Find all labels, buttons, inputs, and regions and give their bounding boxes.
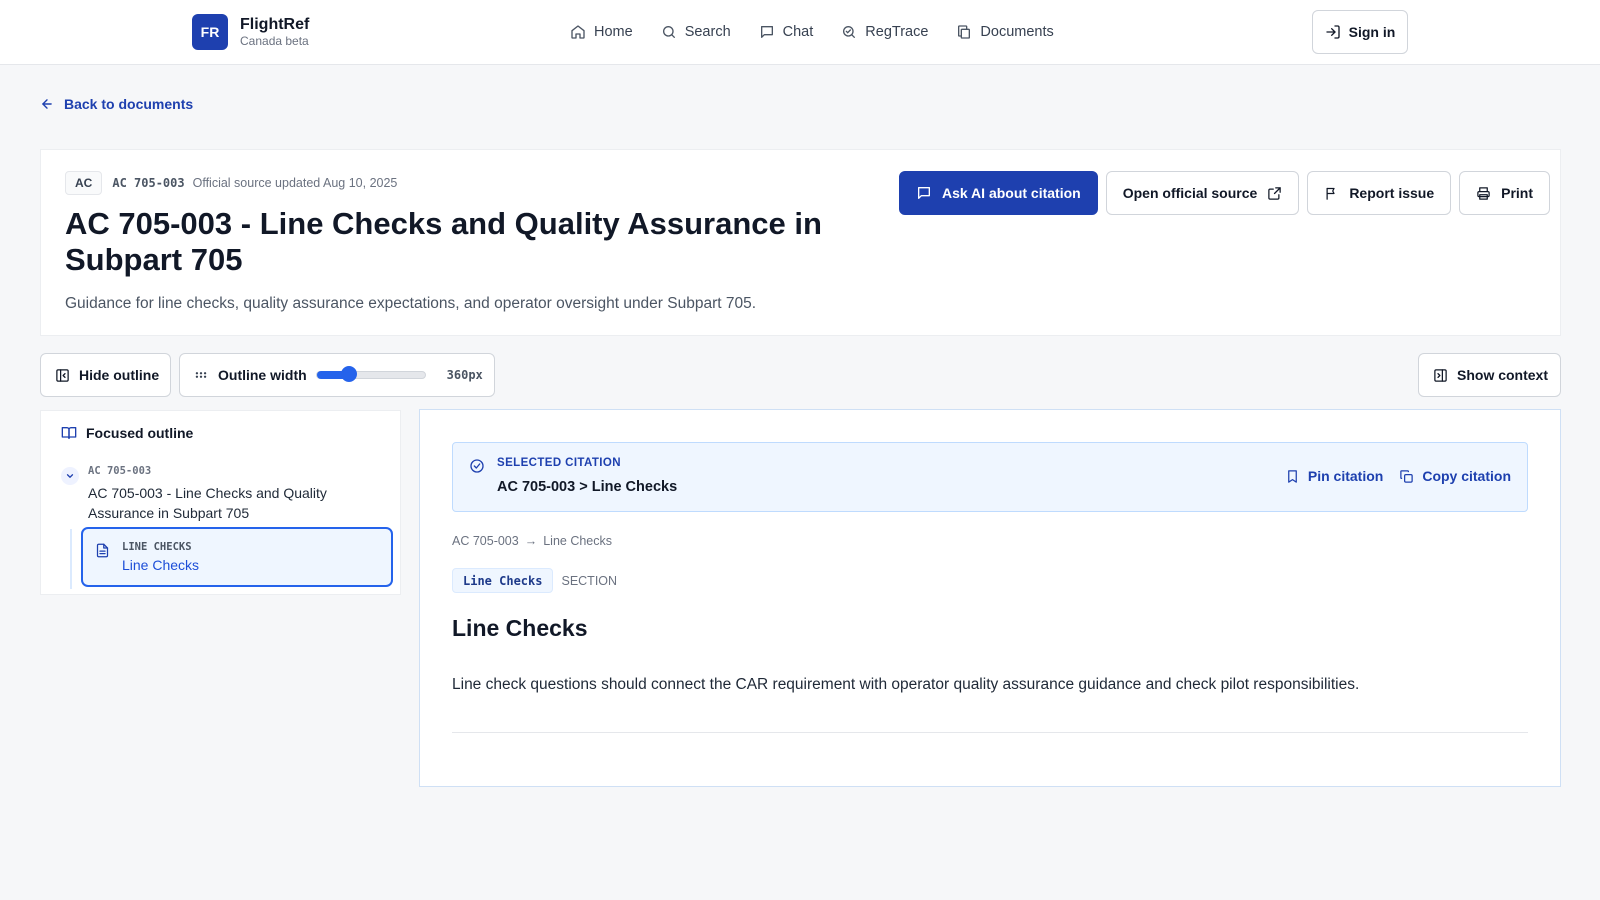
outline-heading: Focused outline xyxy=(61,425,193,441)
document-description: Guidance for line checks, quality assura… xyxy=(65,295,757,312)
document-actions: Ask AI about citation Open official sour… xyxy=(899,171,1558,215)
outline-child-title: Line Checks xyxy=(122,557,200,573)
book-open-icon xyxy=(61,425,77,441)
ask-ai-label: Ask AI about citation xyxy=(942,185,1081,201)
file-text-icon xyxy=(95,543,110,558)
chat-icon xyxy=(759,24,775,40)
brand-text: FlightRef Canada beta xyxy=(240,15,309,49)
back-to-documents-link[interactable]: Back to documents xyxy=(40,96,193,112)
section-content-panel: SELECTED CITATION AC 705-003 > Line Chec… xyxy=(419,409,1561,787)
slider-thumb[interactable] xyxy=(341,366,358,382)
main-nav: Home Search Chat RegTrace Documents xyxy=(570,21,1082,43)
nav-regtrace[interactable]: RegTrace xyxy=(841,21,928,43)
open-official-source-button[interactable]: Open official source xyxy=(1105,171,1300,215)
nav-chat[interactable]: Chat xyxy=(759,21,814,43)
sign-in-icon xyxy=(1325,24,1341,40)
brand-logo: FR xyxy=(192,14,228,50)
check-circle-icon xyxy=(469,458,485,474)
document-updated: Official source updated Aug 10, 2025 xyxy=(192,176,398,190)
drag-handle-icon xyxy=(194,368,208,382)
bookmark-icon xyxy=(1285,469,1300,484)
hide-outline-label: Hide outline xyxy=(79,367,160,383)
nav-documents-label: Documents xyxy=(980,24,1054,40)
brand-tagline: Canada beta xyxy=(240,34,309,48)
home-icon xyxy=(570,24,586,40)
tree-guide-line xyxy=(70,529,72,589)
outline-collapse-toggle[interactable] xyxy=(61,467,79,485)
copy-citation-label: Copy citation xyxy=(1422,468,1511,484)
outline-child-id: LINE CHECKS xyxy=(122,541,192,553)
breadcrumb-item-document[interactable]: AC 705-003 xyxy=(452,534,519,548)
page-title: AC 705-003 - Line Checks and Quality Ass… xyxy=(65,206,822,277)
back-link-label: Back to documents xyxy=(64,96,194,112)
selected-citation-card: SELECTED CITATION AC 705-003 > Line Chec… xyxy=(452,442,1528,512)
focused-outline-panel: Focused outline AC 705-003 AC 705-003 - … xyxy=(40,410,401,595)
nav-search[interactable]: Search xyxy=(661,21,731,43)
section-body: Line check questions should connect the … xyxy=(452,676,1360,693)
brand[interactable]: FR FlightRef Canada beta xyxy=(192,14,309,50)
breadcrumb: AC 705-003 → Line Checks xyxy=(452,534,612,548)
panel-expand-icon xyxy=(1433,368,1448,383)
nav-search-label: Search xyxy=(684,24,731,40)
open-source-label: Open official source xyxy=(1122,185,1258,201)
copy-citation-button[interactable]: Copy citation xyxy=(1399,468,1511,484)
print-button[interactable]: Print xyxy=(1459,171,1551,215)
section-divider xyxy=(452,732,1528,733)
selected-citation-value: AC 705-003 > Line Checks xyxy=(497,479,678,495)
outline-width-value: 360px xyxy=(446,368,483,382)
panel-collapse-icon xyxy=(55,368,70,383)
nav-documents[interactable]: Documents xyxy=(956,21,1054,43)
chat-icon xyxy=(916,185,932,201)
section-tags: Line Checks SECTION xyxy=(452,568,617,593)
outline-width-control: Outline width 360px xyxy=(179,353,495,397)
document-type-badge: AC xyxy=(65,171,103,195)
printer-icon xyxy=(1476,186,1491,201)
flag-icon xyxy=(1324,186,1339,201)
section-type: SECTION xyxy=(561,573,618,588)
ask-ai-button[interactable]: Ask AI about citation xyxy=(899,171,1098,215)
nav-chat-label: Chat xyxy=(782,24,814,40)
selected-citation-label: SELECTED CITATION xyxy=(497,457,621,469)
regtrace-icon xyxy=(841,24,857,40)
outline-width-slider[interactable] xyxy=(315,366,426,382)
breadcrumb-item-section[interactable]: Line Checks xyxy=(543,534,612,548)
outline-item-line-checks[interactable]: LINE CHECKS Line Checks xyxy=(81,527,393,587)
show-context-label: Show context xyxy=(1457,367,1549,383)
search-icon xyxy=(661,24,677,40)
breadcrumb-arrow-icon: → xyxy=(524,534,538,548)
hide-outline-button[interactable]: Hide outline xyxy=(40,353,171,397)
pin-citation-label: Pin citation xyxy=(1307,468,1384,484)
print-label: Print xyxy=(1501,185,1534,201)
outline-item-title: AC 705-003 - Line Checks and Quality Ass… xyxy=(88,485,327,521)
section-title: Line Checks xyxy=(452,615,588,641)
external-link-icon xyxy=(1267,186,1282,201)
sign-in-button[interactable]: Sign in xyxy=(1312,10,1408,54)
document-header: AC AC 705-003 Official source updated Au… xyxy=(40,149,1561,336)
pin-citation-button[interactable]: Pin citation xyxy=(1285,468,1383,484)
copy-icon xyxy=(1399,469,1414,484)
top-navigation-bar: FR FlightRef Canada beta Home Search Cha… xyxy=(0,0,1600,65)
show-context-button[interactable]: Show context xyxy=(1418,353,1561,397)
outline-item-id: AC 705-003 xyxy=(88,465,152,477)
documents-icon xyxy=(956,24,972,40)
nav-home-label: Home xyxy=(594,24,633,40)
arrow-left-icon xyxy=(40,97,54,111)
outline-heading-label: Focused outline xyxy=(86,425,194,441)
citation-actions: Pin citation Copy citation xyxy=(1269,468,1511,484)
document-id: AC 705-003 xyxy=(112,176,185,190)
outline-width-label: Outline width xyxy=(218,367,307,383)
nav-regtrace-label: RegTrace xyxy=(865,24,929,40)
nav-home[interactable]: Home xyxy=(570,21,633,43)
report-issue-label: Report issue xyxy=(1349,185,1435,201)
document-meta: AC AC 705-003 Official source updated Au… xyxy=(65,171,397,195)
sign-in-label: Sign in xyxy=(1348,24,1396,40)
report-issue-button[interactable]: Report issue xyxy=(1307,171,1452,215)
outline-item-document[interactable]: AC 705-003 AC 705-003 - Line Checks and … xyxy=(88,465,378,523)
brand-name: FlightRef xyxy=(240,16,310,33)
section-tag: Line Checks xyxy=(452,568,554,593)
chevron-down-icon xyxy=(65,471,75,481)
